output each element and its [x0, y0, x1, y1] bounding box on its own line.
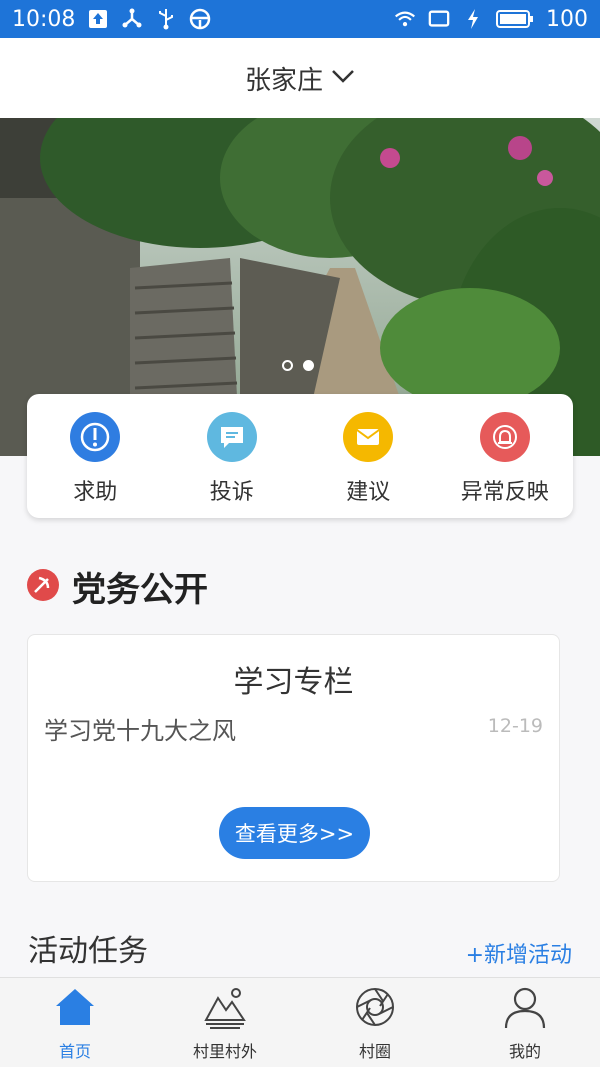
home-icon	[52, 984, 98, 1034]
add-activity-link[interactable]: +新增活动	[466, 937, 572, 969]
bottom-tab-bar: 首页 村里村外 村圈 我的	[0, 977, 600, 1067]
location-label: 张家庄	[244, 65, 323, 96]
charging-icon	[462, 8, 484, 30]
quick-action-suggestion[interactable]: 建议	[300, 394, 437, 518]
upload-icon	[87, 8, 109, 30]
carousel-dot-active[interactable]	[303, 360, 314, 371]
quick-action-label: 求助	[73, 480, 118, 505]
party-section-header: 党务公开	[26, 562, 208, 611]
study-card: 学习专栏 学习党十九大之风 12-19 查看更多>>	[27, 634, 560, 882]
bell-icon	[479, 412, 530, 462]
tab-label: 我的	[508, 1042, 541, 1061]
carousel-dot[interactable]	[282, 360, 293, 371]
tab-mine[interactable]: 我的	[450, 978, 600, 1067]
tab-village-news[interactable]: 村里村外	[150, 978, 300, 1067]
mountain-icon	[202, 984, 248, 1034]
chevron-down-icon	[331, 68, 355, 88]
carousel-indicator	[282, 360, 314, 371]
aperture-icon	[352, 984, 398, 1034]
card-title: 学习专栏	[233, 665, 354, 700]
wifi-icon	[394, 8, 416, 30]
quick-action-help[interactable]: 求助	[27, 394, 164, 518]
study-item-date: 12-19	[487, 715, 543, 737]
section-title: 党务公开	[72, 570, 208, 610]
tab-home[interactable]: 首页	[0, 978, 150, 1067]
tab-label: 村圈	[358, 1042, 391, 1061]
location-selector[interactable]: 张家庄	[0, 38, 600, 118]
tab-label: 村里村外	[192, 1042, 257, 1061]
activity-title: 活动任务	[28, 934, 148, 969]
steering-icon	[189, 8, 211, 30]
status-bar: 10:08 100	[0, 0, 600, 38]
quick-action-report[interactable]: 异常反映	[437, 394, 574, 518]
view-more-button[interactable]: 查看更多>>	[219, 807, 370, 859]
quick-action-label: 投诉	[209, 480, 254, 505]
mail-icon	[343, 412, 394, 462]
usb-icon	[155, 8, 177, 30]
share-icon	[121, 8, 143, 30]
quick-action-label: 异常反映	[460, 480, 549, 505]
status-time: 10:08	[12, 6, 76, 32]
quick-action-complaint[interactable]: 投诉	[164, 394, 301, 518]
study-item-title[interactable]: 学习党十九大之风	[44, 711, 236, 746]
screen-cast-icon	[428, 8, 450, 30]
battery-icon	[496, 8, 534, 30]
tab-label: 首页	[58, 1042, 91, 1061]
quick-actions-card: 求助 投诉 建议 异常反映	[27, 394, 573, 518]
battery-level: 100	[546, 6, 588, 32]
quick-action-label: 建议	[346, 480, 391, 505]
chat-icon	[206, 412, 257, 462]
user-icon	[502, 984, 548, 1034]
party-emblem-icon	[26, 568, 60, 606]
alert-icon	[70, 412, 121, 462]
tab-village-circle[interactable]: 村圈	[300, 978, 450, 1067]
